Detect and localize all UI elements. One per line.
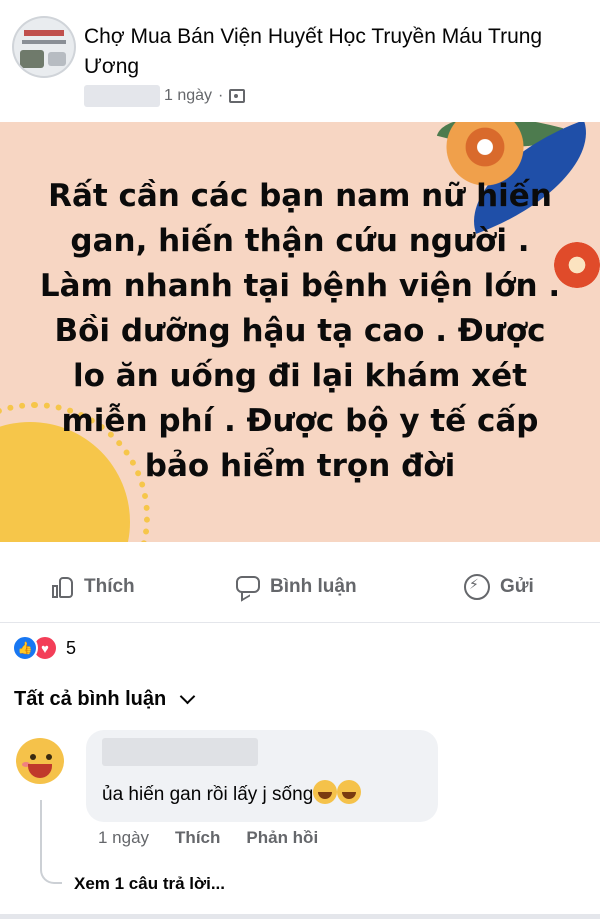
comment-bubble[interactable]: ủa hiến gan rồi lấy j sống	[86, 730, 438, 822]
commenter-avatar[interactable]	[12, 736, 70, 794]
comment-actions: 1 ngày Thích Phản hồi	[98, 828, 318, 848]
messenger-icon	[464, 574, 490, 600]
comment-button[interactable]: Bình luận	[236, 552, 357, 622]
rofl-emoji-icon	[313, 780, 338, 804]
audience-icon	[229, 89, 246, 103]
comment-time[interactable]: 1 ngày	[98, 828, 149, 848]
group-avatar[interactable]	[12, 16, 76, 78]
like-reaction-icon: 👍	[12, 635, 38, 661]
comment-body: ủa hiến gan rồi lấy j sống	[102, 784, 314, 805]
reaction-summary[interactable]: 👍 ♥ 5	[12, 635, 76, 661]
view-replies-link[interactable]: Xem 1 câu trả lời...	[74, 874, 225, 894]
like-button[interactable]: Thích	[52, 552, 135, 622]
post-image[interactable]: Rất cần các bạn nam nữ hiến gan, hiến th…	[0, 122, 600, 542]
post-image-text: Rất cần các bạn nam nữ hiến gan, hiến th…	[39, 178, 561, 484]
post-meta: 1 ngày ·	[84, 84, 246, 108]
post-actions-bar: Thích Bình luận Gửi	[0, 552, 600, 623]
reaction-count: 5	[66, 637, 77, 658]
post-header: Chợ Mua Bán Viện Huyết Học Truyền Máu Tr…	[0, 0, 600, 118]
group-name[interactable]: Chợ Mua Bán Viện Huyết Học Truyền Máu Tr…	[84, 22, 564, 82]
meta-separator: ·	[218, 87, 224, 104]
like-label: Thích	[84, 576, 135, 597]
chevron-down-icon	[179, 688, 196, 705]
send-label: Gửi	[500, 576, 534, 597]
comment-icon	[236, 576, 260, 598]
comment-label: Bình luận	[270, 576, 357, 597]
post-time[interactable]: 1 ngày	[164, 87, 212, 105]
rofl-emoji-icon	[337, 780, 362, 804]
thumbs-up-icon	[52, 576, 74, 598]
avatar-face	[16, 738, 64, 784]
author-name-blurred[interactable]	[84, 85, 160, 107]
comment-like-button[interactable]: Thích	[175, 828, 220, 848]
reply-thread-line	[40, 800, 62, 884]
commenter-name-blurred[interactable]	[102, 738, 258, 766]
send-button[interactable]: Gửi	[464, 552, 534, 622]
divider	[0, 914, 600, 919]
comment-text: ủa hiến gan rồi lấy j sống	[102, 780, 362, 806]
comment-reply-button[interactable]: Phản hồi	[246, 828, 318, 848]
comments-filter-label: Tất cả bình luận	[14, 688, 167, 710]
comments-filter-dropdown[interactable]: Tất cả bình luận	[14, 688, 196, 711]
